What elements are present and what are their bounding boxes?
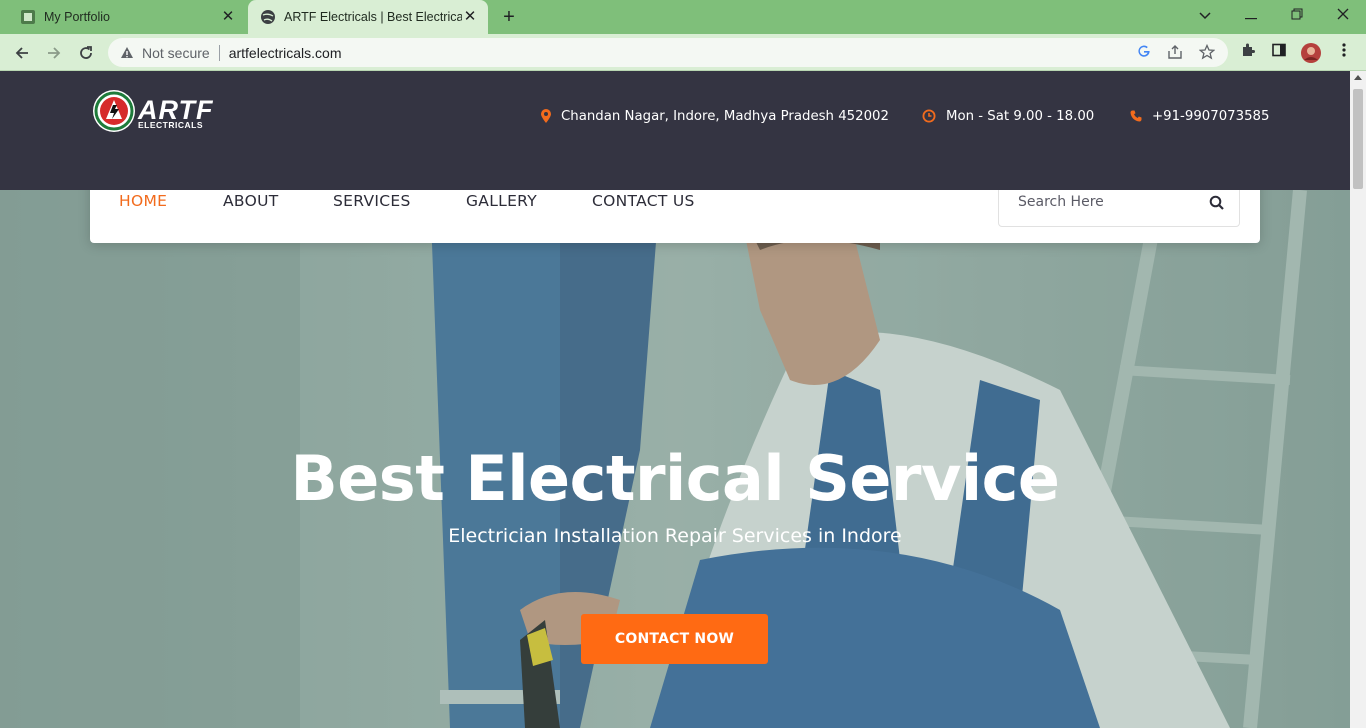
warning-icon [121, 46, 133, 58]
page-scrollbar[interactable] [1350, 71, 1366, 728]
phone-text[interactable]: +91-9907073585 [1152, 109, 1269, 124]
search-icon[interactable] [1209, 195, 1225, 211]
hours-info: Mon - Sat 9.00 - 18.00 [922, 107, 1094, 125]
forward-button[interactable] [41, 40, 67, 66]
close-window-button[interactable] [1320, 0, 1366, 30]
nav-contact-us[interactable]: CONTACT US [592, 192, 695, 210]
security-label[interactable]: Not secure [142, 45, 210, 61]
hours-text: Mon - Sat 9.00 - 18.00 [946, 108, 1095, 124]
back-button[interactable] [9, 40, 35, 66]
main-navigation-bar: HOME ABOUT SERVICES GALLERY CONTACT US [90, 190, 1260, 243]
page-viewport: ARTF ELECTRICALS Chandan Nagar, Indore, … [0, 71, 1350, 728]
nav-gallery[interactable]: GALLERY [466, 192, 537, 210]
search-box [998, 190, 1240, 227]
logo-emblem-icon [93, 90, 135, 132]
nav-about[interactable]: ABOUT [223, 192, 278, 210]
extensions-puzzle-icon[interactable] [1237, 42, 1259, 64]
phone-info: +91-9907073585 [1130, 107, 1269, 125]
side-panel-icon[interactable] [1268, 42, 1290, 64]
tab-title: ARTF Electricals | Best Electrican I [284, 10, 462, 24]
phone-icon [1130, 110, 1142, 122]
tab-title: My Portfolio [44, 10, 110, 24]
omnibox-divider [218, 44, 220, 61]
address-text: Chandan Nagar, Indore, Madhya Pradesh 45… [561, 108, 889, 124]
hero-section: HOME ABOUT SERVICES GALLERY CONTACT US B… [0, 190, 1350, 728]
restore-button[interactable] [1274, 0, 1320, 30]
contact-now-button[interactable]: CONTACT NOW [581, 614, 768, 664]
site-header-topbar: ARTF ELECTRICALS Chandan Nagar, Indore, … [0, 71, 1350, 190]
url-text[interactable]: artfelectricals.com [229, 45, 342, 61]
tab-my-portfolio[interactable]: My Portfolio ✕ [8, 0, 246, 34]
google-icon[interactable] [1135, 44, 1153, 62]
address-info: Chandan Nagar, Indore, Madhya Pradesh 45… [541, 107, 889, 125]
profile-avatar[interactable] [1300, 42, 1322, 64]
reload-button[interactable] [73, 40, 99, 66]
hero-title: Best Electrical Service [290, 442, 1060, 515]
browser-toolbar: Not secure artfelectricals.com [0, 34, 1366, 71]
portfolio-favicon-icon [20, 9, 36, 25]
share-icon[interactable] [1166, 44, 1184, 62]
star-bookmark-icon[interactable] [1198, 43, 1216, 62]
minimize-button[interactable] [1228, 0, 1274, 30]
map-pin-icon [541, 109, 551, 123]
tab-artf-electricals[interactable]: ARTF Electricals | Best Electrican I ✕ [248, 0, 488, 34]
nav-home[interactable]: HOME [119, 192, 167, 210]
globe-icon [260, 9, 276, 25]
clock-icon [922, 109, 936, 123]
tab-search-chevron-down-icon[interactable] [1182, 0, 1228, 30]
close-tab-icon[interactable]: ✕ [220, 9, 236, 25]
scrollbar-thumb[interactable] [1353, 89, 1363, 189]
nav-services[interactable]: SERVICES [333, 192, 411, 210]
search-input[interactable] [1018, 191, 1198, 213]
logo-subtitle: ELECTRICALS [138, 120, 203, 130]
scroll-up-arrow-icon[interactable] [1354, 75, 1362, 80]
close-tab-icon[interactable]: ✕ [462, 9, 478, 25]
site-logo[interactable]: ARTF ELECTRICALS [92, 89, 232, 135]
new-tab-button[interactable]: + [498, 6, 520, 28]
hero-subtitle: Electrician Installation Repair Services… [448, 525, 902, 547]
kebab-menu-icon[interactable] [1333, 42, 1355, 64]
address-bar[interactable]: Not secure artfelectricals.com [108, 38, 1228, 67]
browser-tab-strip: My Portfolio ✕ ARTF Electricals | Best E… [0, 0, 1366, 34]
